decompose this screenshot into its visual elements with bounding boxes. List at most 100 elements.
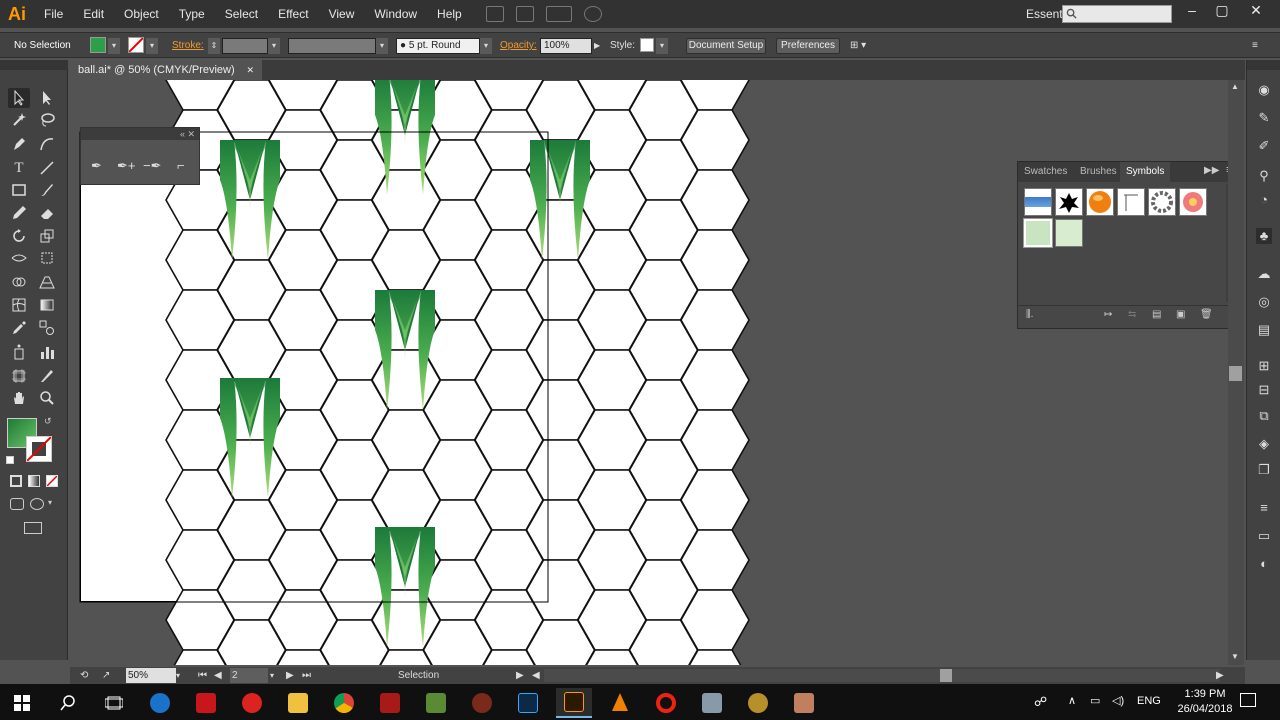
pink-flower-symbol[interactable] <box>1179 188 1207 216</box>
minecraft-icon[interactable] <box>418 688 454 718</box>
menu-effect[interactable]: Effect <box>268 0 318 28</box>
column-graph-tool-icon[interactable] <box>36 342 58 362</box>
libraries-icon[interactable]: ☁ <box>1256 266 1272 282</box>
stroke-panel-icon[interactable]: ▤ <box>1256 322 1272 338</box>
stroke-weight-stepper[interactable]: ⇕ <box>208 38 220 54</box>
pen-icon[interactable]: ✒ <box>91 158 102 174</box>
document-setup-button[interactable]: Document Setup <box>686 38 766 54</box>
symbol-sprayer-icon[interactable]: ⚲ <box>1256 168 1272 184</box>
bridge-icon[interactable] <box>485 6 504 22</box>
gpu-performance-icon[interactable] <box>583 6 602 22</box>
opacity-field[interactable]: 100% <box>540 38 592 54</box>
pen-panel-header[interactable]: « ✕ <box>81 128 199 140</box>
stroke-label[interactable]: Stroke: <box>172 37 204 55</box>
scroll-up-icon[interactable]: ▲ <box>1231 82 1239 91</box>
preferences-button[interactable]: Preferences <box>776 38 840 54</box>
menu-object[interactable]: Object <box>114 0 169 28</box>
acrobat-icon[interactable] <box>188 688 224 718</box>
style-dropdown[interactable]: ▾ <box>656 38 668 54</box>
symbols-icon[interactable]: ♣ <box>1256 228 1272 244</box>
panel-menu-icon[interactable]: ≡ <box>1252 37 1258 55</box>
eraser-tool-icon[interactable] <box>36 203 58 223</box>
pathfinder-icon[interactable]: ⧉ <box>1256 408 1272 424</box>
zoom-tool-icon[interactable] <box>36 388 58 408</box>
rotate-tool-icon[interactable] <box>8 226 30 246</box>
artboard-dropdown[interactable]: ▾ <box>270 668 274 683</box>
status-menu-icon[interactable]: ▶ <box>516 668 524 683</box>
language-indicator[interactable]: ENG <box>1137 695 1161 707</box>
symbol-options-icon[interactable]: ▤ <box>1152 309 1161 320</box>
menu-window[interactable]: Window <box>364 0 427 28</box>
photoshop-icon[interactable] <box>510 688 546 718</box>
dota2-icon[interactable] <box>372 688 408 718</box>
symbol-sprayer-tool-icon[interactable] <box>8 342 30 362</box>
graphic-styles-icon[interactable]: ◔ <box>1256 192 1272 208</box>
gradient-mode-icon[interactable] <box>28 475 40 487</box>
hand-tool-icon[interactable] <box>8 388 30 408</box>
previous-artboard-icon[interactable]: ◀ <box>214 668 222 683</box>
volume-icon[interactable]: ◁) <box>1112 694 1124 707</box>
search-input[interactable] <box>1062 5 1172 23</box>
close-button[interactable]: ✕ <box>1240 0 1272 22</box>
draw-normal-icon[interactable] <box>10 498 24 510</box>
artboards-icon[interactable]: ❐ <box>1256 462 1272 478</box>
style-swatch[interactable] <box>640 38 654 52</box>
tab-symbols[interactable]: Symbols <box>1120 162 1171 182</box>
paragraph-icon[interactable]: ≡ <box>1256 500 1272 516</box>
tab-swatches[interactable]: Swatches <box>1018 162 1074 182</box>
rotate-view-icon[interactable]: ⟲ <box>80 668 88 683</box>
direct-selection-tool-icon[interactable] <box>36 88 58 108</box>
chrome-like-icon[interactable] <box>234 688 270 718</box>
color-mode-icon[interactable] <box>10 475 22 487</box>
brush-dropdown[interactable]: ▾ <box>480 38 492 54</box>
orange-ball-symbol[interactable] <box>1086 188 1114 216</box>
stroke-weight-dropdown[interactable]: ▾ <box>268 38 280 54</box>
collapse-panel-icon[interactable]: ▶▶ <box>1204 165 1219 176</box>
blend-tool-icon[interactable] <box>36 318 58 338</box>
maximize-button[interactable]: ▢ <box>1206 0 1238 22</box>
gradient-panel-icon[interactable]: ▭ <box>1256 528 1272 544</box>
rectangle-tool-icon[interactable] <box>8 180 30 200</box>
eyedropper-tool-icon[interactable] <box>8 318 30 338</box>
task-view-icon[interactable] <box>96 688 132 718</box>
mesh-tool-icon[interactable] <box>8 295 30 315</box>
transparency-icon[interactable]: ◐ <box>1256 556 1272 572</box>
close-tab-icon[interactable]: ✕ <box>246 60 254 80</box>
pencil-tool-icon[interactable] <box>8 203 30 223</box>
file-explorer-icon[interactable] <box>280 688 316 718</box>
opera-icon[interactable] <box>648 688 684 718</box>
menu-edit[interactable]: Edit <box>73 0 114 28</box>
arrange-documents-icon[interactable] <box>545 6 572 22</box>
swap-fill-stroke-icon[interactable]: ↺ <box>44 416 52 427</box>
perspective-grid-tool-icon[interactable] <box>36 272 58 292</box>
pen-tool-icon[interactable] <box>8 134 30 154</box>
scroll-left-icon[interactable]: ◀ <box>532 668 540 683</box>
scroll-down-icon[interactable]: ▼ <box>1231 652 1239 661</box>
draw-behind-icon[interactable] <box>30 498 44 510</box>
export-icon[interactable]: ↗ <box>102 668 110 683</box>
color-guide-icon[interactable]: ◉ <box>1256 82 1272 98</box>
brushes-icon[interactable]: ✐ <box>1256 138 1272 154</box>
menu-file[interactable]: File <box>34 0 73 28</box>
scale-tool-icon[interactable] <box>36 226 58 246</box>
pin-symbol[interactable] <box>1117 188 1145 216</box>
last-artboard-icon[interactable]: ⏭ <box>302 668 311 683</box>
appearance-icon[interactable]: ◎ <box>1256 294 1272 310</box>
document-tab[interactable]: ball.ai* @ 50% (CMYK/Preview) ✕ <box>70 60 262 80</box>
symbol-libraries-icon[interactable]: ⫼. <box>1026 309 1033 320</box>
chrome-icon[interactable] <box>326 688 362 718</box>
scroll-right-icon[interactable]: ▶ <box>1216 668 1224 683</box>
color-icon[interactable]: ✎ <box>1256 110 1272 126</box>
black-splash-symbol[interactable] <box>1055 188 1083 216</box>
ring-symbol[interactable] <box>1148 188 1176 216</box>
vlc-icon[interactable] <box>602 688 638 718</box>
break-link-icon[interactable]: ⇆ <box>1128 309 1136 320</box>
width-tool-icon[interactable] <box>8 248 30 268</box>
menu-help[interactable]: Help <box>427 0 472 28</box>
slice-tool-icon[interactable] <box>36 366 58 386</box>
artboard-tool-icon[interactable] <box>8 366 30 386</box>
zoom-dropdown[interactable]: ▾ <box>176 668 180 683</box>
stock-icon[interactable] <box>515 6 534 22</box>
arrange-icon[interactable]: ⊞ ▾ <box>850 37 866 55</box>
app-photo-icon[interactable] <box>786 688 822 718</box>
